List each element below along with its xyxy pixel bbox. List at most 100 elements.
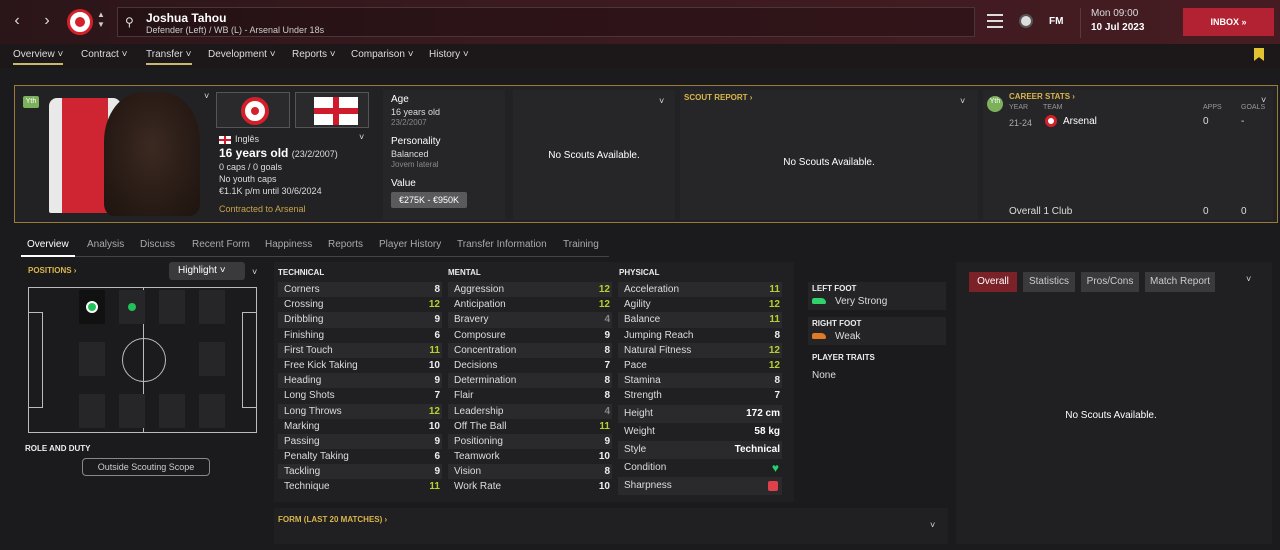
attribute-row[interactable]: Tackling 9 xyxy=(278,464,442,480)
position-amc-cell[interactable] xyxy=(199,342,225,376)
position-dc-cell[interactable] xyxy=(79,342,105,376)
nation-flag-box[interactable] xyxy=(295,92,369,128)
chevron-down-icon[interactable]: ˅ xyxy=(659,96,664,106)
position-amr-cell[interactable] xyxy=(199,394,225,428)
attribute-row[interactable]: Concentration 8 xyxy=(448,342,612,358)
attribute-row[interactable]: Positioning 9 xyxy=(448,433,612,450)
attribute-row[interactable]: Balance 11 xyxy=(618,312,782,328)
attribute-row[interactable]: Sharpness xyxy=(618,477,782,495)
natural-position-dot[interactable] xyxy=(86,301,98,313)
attribute-row[interactable]: Heading 9 xyxy=(278,373,442,389)
career-stats-title[interactable]: CAREER STATS › xyxy=(1009,92,1075,101)
tab-overall[interactable]: Overall xyxy=(969,272,1017,292)
tab-recent-form[interactable]: Recent Form xyxy=(192,239,250,250)
chevron-down-icon[interactable]: ˅ xyxy=(204,91,209,101)
attribute-row[interactable]: Condition ♥ xyxy=(618,459,782,477)
attribute-row[interactable]: Crossing 12 xyxy=(278,297,442,312)
highlight-dropdown[interactable]: Highlight ˅ xyxy=(169,262,245,280)
attribute-row[interactable]: Long Shots 7 xyxy=(278,388,442,403)
up-down-arrows-icon[interactable]: ▲ ▼ xyxy=(96,10,106,30)
nationality-text: Inglês xyxy=(235,134,260,144)
chevron-down-icon[interactable]: ˅ xyxy=(359,132,364,142)
chevron-down-icon[interactable]: ˅ xyxy=(930,520,935,530)
attribute-row[interactable]: Stamina 8 xyxy=(618,373,782,389)
tab-training[interactable]: Training xyxy=(563,239,599,250)
attribute-row[interactable]: Flair 8 xyxy=(448,388,612,403)
accomplished-position-dot[interactable] xyxy=(128,303,136,311)
tab-statistics[interactable]: Statistics xyxy=(1023,272,1075,292)
tab-reports[interactable]: Reports xyxy=(328,239,363,250)
tab-match-report[interactable]: Match Report xyxy=(1145,272,1215,292)
inbox-button[interactable]: INBOX » xyxy=(1183,8,1274,36)
tab-transfer-information[interactable]: Transfer Information xyxy=(457,239,547,250)
position-aml-cell[interactable] xyxy=(199,290,225,324)
attribute-row[interactable]: Dribbling 9 xyxy=(278,312,442,328)
menu-development[interactable]: Development ˅ xyxy=(208,49,276,60)
tab-analysis[interactable]: Analysis xyxy=(87,239,124,250)
attribute-row[interactable]: Vision 8 xyxy=(448,464,612,480)
tab-overview[interactable]: Overview xyxy=(27,239,69,250)
tab-player-history[interactable]: Player History xyxy=(379,239,441,250)
value-range[interactable]: €275K - €950K xyxy=(391,192,468,208)
attribute-row[interactable]: Weight 58 kg xyxy=(618,423,782,441)
attribute-row[interactable]: Corners 8 xyxy=(278,282,442,298)
attribute-row[interactable]: Off The Ball 11 xyxy=(448,419,612,434)
attribute-row[interactable]: Technique 11 xyxy=(278,479,442,494)
menu-transfer[interactable]: Transfer ˅ xyxy=(146,49,192,65)
club-badge-box[interactable] xyxy=(216,92,290,128)
positions-title[interactable]: POSITIONS › xyxy=(28,266,76,275)
scout-report-title[interactable]: SCOUT REPORT › xyxy=(684,93,752,102)
attribute-row[interactable]: Anticipation 12 xyxy=(448,297,612,312)
menu-history[interactable]: History ˅ xyxy=(429,49,469,60)
position-dr-cell[interactable] xyxy=(79,394,105,428)
menu-icon[interactable] xyxy=(987,14,1003,28)
back-arrow-icon[interactable]: ‹ xyxy=(8,12,26,32)
tab-discuss[interactable]: Discuss xyxy=(140,239,175,250)
attribute-row[interactable]: Natural Fitness 12 xyxy=(618,342,782,358)
attribute-row[interactable]: Work Rate 10 xyxy=(448,479,612,494)
forward-arrow-icon[interactable]: › xyxy=(38,12,56,32)
attribute-row[interactable]: Agility 12 xyxy=(618,297,782,312)
tab-happiness[interactable]: Happiness xyxy=(265,239,312,250)
menu-reports[interactable]: Reports ˅ xyxy=(292,49,336,60)
tab-pros-cons[interactable]: Pros/Cons xyxy=(1081,272,1139,292)
club-badge-icon[interactable] xyxy=(67,9,93,35)
player-search-bar[interactable]: ⚲ Joshua Tahou Defender (Left) / WB (L) … xyxy=(117,7,975,37)
outside-scouting-scope-button[interactable]: Outside Scouting Scope xyxy=(82,458,210,476)
attribute-row[interactable]: Strength 7 xyxy=(618,388,782,403)
attribute-row[interactable]: Finishing 6 xyxy=(278,328,442,343)
attribute-row[interactable]: Jumping Reach 8 xyxy=(618,328,782,343)
position-wbr-cell[interactable] xyxy=(119,394,145,428)
attribute-row[interactable]: Bravery 4 xyxy=(448,312,612,328)
attribute-row[interactable]: Acceleration 11 xyxy=(618,282,782,298)
chevron-down-icon[interactable]: ˅ xyxy=(252,267,257,277)
attribute-row[interactable]: Leadership 4 xyxy=(448,403,612,419)
attribute-row[interactable]: Aggression 12 xyxy=(448,282,612,298)
position-ml-cell[interactable] xyxy=(159,290,185,324)
attribute-row[interactable]: Teamwork 10 xyxy=(448,449,612,464)
attribute-row[interactable]: Determination 8 xyxy=(448,373,612,389)
position-mr-cell[interactable] xyxy=(159,394,185,428)
attribute-row[interactable]: Free Kick Taking 10 xyxy=(278,358,442,373)
fm-logo[interactable]: FM xyxy=(1049,16,1063,27)
career-team[interactable]: Arsenal xyxy=(1063,116,1097,127)
attribute-row[interactable]: Penalty Taking 6 xyxy=(278,449,442,464)
game-date[interactable]: Mon 09:00 10 Jul 2023 xyxy=(1080,8,1180,38)
attribute-row[interactable]: Style Technical xyxy=(618,441,782,459)
attribute-row[interactable]: Composure 9 xyxy=(448,328,612,343)
football-icon[interactable] xyxy=(1019,14,1033,28)
attribute-row[interactable]: Decisions 7 xyxy=(448,358,612,373)
form-title[interactable]: FORM (LAST 20 MATCHES) › xyxy=(278,515,387,524)
menu-comparison[interactable]: Comparison ˅ xyxy=(351,49,414,60)
attribute-row[interactable]: Height 172 cm xyxy=(618,405,782,423)
chevron-down-icon[interactable]: ˅ xyxy=(1246,274,1251,284)
attribute-row[interactable]: Long Throws 12 xyxy=(278,403,442,419)
menu-contract[interactable]: Contract ˅ xyxy=(81,49,127,60)
attribute-row[interactable]: Passing 9 xyxy=(278,433,442,450)
attribute-row[interactable]: First Touch 11 xyxy=(278,342,442,358)
attribute-row[interactable]: Pace 12 xyxy=(618,358,782,373)
chevron-down-icon[interactable]: ˅ xyxy=(960,96,965,106)
menu-overview[interactable]: Overview ˅ xyxy=(13,49,64,65)
attribute-value: 8 xyxy=(774,375,780,387)
attribute-row[interactable]: Marking 10 xyxy=(278,419,442,434)
